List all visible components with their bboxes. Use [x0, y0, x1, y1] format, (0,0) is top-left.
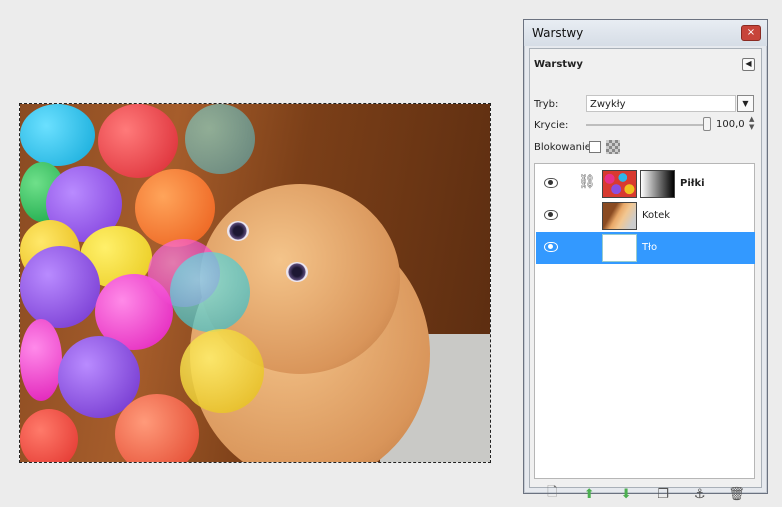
mode-label: Tryb: — [534, 99, 559, 110]
layer-name[interactable]: Tło — [642, 242, 657, 253]
layer-thumbnail — [602, 202, 637, 230]
lower-layer-icon[interactable]: ⬇ — [618, 486, 634, 502]
panel-header: Warstwy — [534, 59, 583, 70]
ball — [20, 409, 78, 462]
layers-toolbar: 🗋 ⬆ ⬇ ❐ ⚓ 🗑 — [534, 483, 755, 505]
ball — [180, 329, 264, 413]
window-title: Warstwy — [532, 26, 584, 40]
ball — [20, 104, 95, 166]
ball — [20, 246, 100, 328]
ball — [20, 319, 62, 401]
delete-layer-icon[interactable]: 🗑 — [728, 486, 745, 502]
cat-eye-left — [227, 221, 249, 241]
layers-window: Warstwy × Warstwy ◀ Tryb: Zwykły ▼ Kryci… — [523, 19, 768, 502]
panel-menu-icon[interactable]: ◀ — [742, 58, 755, 71]
lock-pixels-checkbox[interactable] — [589, 141, 601, 153]
layer-row-kotek[interactable]: Kotek — [536, 200, 755, 232]
ball — [98, 104, 178, 178]
cat-eye-right — [286, 262, 308, 282]
opacity-label: Krycie: — [534, 120, 569, 131]
duplicate-layer-icon[interactable]: ❐ — [655, 486, 671, 502]
opacity-slider-handle[interactable] — [703, 117, 711, 131]
layer-name[interactable]: Kotek — [642, 210, 670, 221]
opacity-value[interactable]: 100,0 — [716, 119, 745, 130]
opacity-spinner-icon[interactable]: ▲ ▼ — [749, 115, 757, 131]
layer-mask-thumbnail[interactable] — [640, 170, 675, 198]
layer-thumbnail — [602, 170, 637, 198]
layers-panel: Warstwy ◀ Tryb: Zwykły ▼ Krycie: 100,0 ▲… — [529, 48, 762, 502]
layer-row-pilki[interactable]: ⛓ Piłki — [536, 168, 755, 200]
layer-thumbnail — [602, 234, 637, 262]
mode-select[interactable]: Zwykły — [586, 95, 736, 112]
anchor-layer-icon[interactable]: ⚓ — [692, 486, 708, 502]
raise-layer-icon[interactable]: ⬆ — [581, 486, 597, 502]
lock-label: Blokowanie: — [534, 142, 595, 153]
ball — [185, 104, 255, 174]
image-canvas[interactable] — [19, 103, 491, 463]
eye-icon[interactable] — [544, 210, 558, 220]
chain-link-icon[interactable]: ⛓ — [578, 174, 596, 190]
ball — [170, 252, 250, 332]
close-button[interactable]: × — [741, 25, 761, 41]
eye-icon[interactable] — [544, 178, 558, 188]
eye-icon[interactable] — [544, 242, 558, 252]
lock-alpha-icon[interactable] — [606, 140, 620, 154]
window-titlebar[interactable]: Warstwy × — [524, 20, 767, 46]
new-layer-icon[interactable]: 🗋 — [544, 485, 560, 502]
chevron-down-icon[interactable]: ▼ — [737, 95, 754, 112]
layers-list[interactable]: ⛓ Piłki Kotek Tło — [534, 163, 755, 479]
ball — [135, 169, 215, 247]
layer-row-tlo[interactable]: Tło — [536, 232, 755, 264]
layer-name[interactable]: Piłki — [680, 178, 705, 189]
opacity-slider[interactable] — [586, 124, 710, 126]
